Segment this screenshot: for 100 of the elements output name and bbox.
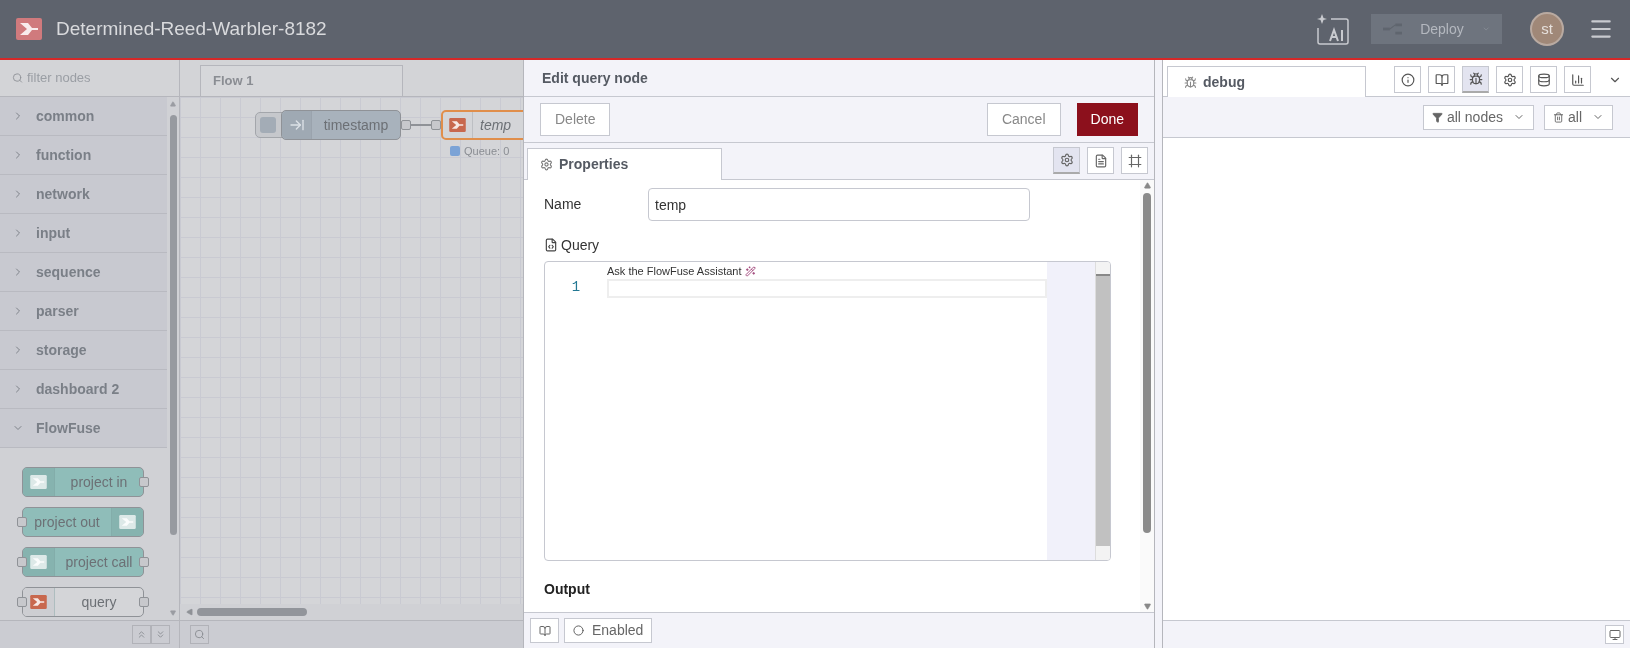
node-type-icon	[30, 475, 47, 489]
chevrons-down-icon	[155, 629, 166, 640]
bar-chart-icon	[1570, 72, 1585, 87]
input-port[interactable]	[17, 557, 27, 567]
palette-node[interactable]: query	[22, 587, 144, 617]
expand-all-button[interactable]	[151, 625, 170, 644]
book-icon	[538, 624, 551, 637]
ai-sparkle-icon[interactable]	[1316, 12, 1350, 46]
scrollbar-thumb[interactable]	[1143, 193, 1151, 533]
category-label: network	[36, 184, 90, 204]
category-label: input	[36, 223, 71, 243]
database-icon	[1536, 72, 1551, 87]
scrollbar-thumb[interactable]	[197, 608, 307, 616]
palette-node[interactable]: project in	[22, 467, 144, 497]
scroll-down-icon[interactable]	[1142, 603, 1152, 610]
filter-field[interactable]: filter nodes	[0, 60, 179, 97]
search-icon	[12, 72, 23, 84]
input-port[interactable]	[17, 517, 27, 527]
bug-icon	[1184, 75, 1197, 89]
debug-tab[interactable]: debug	[1167, 66, 1366, 97]
help-button[interactable]	[530, 618, 559, 643]
info-icon	[1400, 72, 1415, 87]
sidebar-icon-tab[interactable]	[1564, 66, 1591, 93]
flow-node[interactable]: timestamp	[281, 110, 401, 140]
trash-icon	[1553, 111, 1564, 123]
category-label: common	[36, 106, 95, 126]
search-icon	[194, 629, 205, 640]
icon-tab[interactable]	[1121, 147, 1148, 174]
node-type-icon	[30, 555, 47, 569]
collapse-all-button[interactable]	[132, 625, 151, 644]
delete-button[interactable]: Delete	[540, 103, 611, 136]
clear-dropdown[interactable]: all	[1544, 104, 1613, 130]
category-label: function	[36, 145, 92, 165]
node-status: Queue: 0	[464, 144, 510, 159]
flow-node[interactable]: temp	[441, 110, 523, 140]
book-icon	[1434, 72, 1449, 87]
scroll-down-icon[interactable]	[169, 610, 177, 616]
category-label: FlowFuse	[36, 418, 101, 438]
category-label: storage	[36, 340, 87, 360]
node-type-icon	[30, 595, 47, 609]
category-label: parser	[36, 301, 79, 321]
document-icon	[1093, 153, 1108, 168]
input-port[interactable]	[17, 597, 27, 607]
scroll-up-icon[interactable]	[169, 101, 177, 107]
popout-button[interactable]	[1605, 625, 1624, 644]
scroll-left-icon[interactable]	[185, 608, 194, 616]
node-label: project in	[69, 472, 129, 492]
section-heading: Output	[544, 580, 591, 599]
icon-tab[interactable]	[1087, 147, 1114, 174]
line-number: 1	[571, 278, 581, 297]
done-button[interactable]: Done	[1076, 103, 1138, 136]
scroll-up-icon[interactable]	[1142, 182, 1152, 189]
name-field[interactable]: temp	[648, 188, 1030, 221]
filter-input[interactable]: filter nodes	[27, 68, 167, 88]
search-button[interactable]	[190, 625, 209, 644]
frame-icon	[1127, 153, 1142, 168]
circle-icon	[573, 625, 584, 636]
category-label: sequence	[36, 262, 101, 282]
assistant-hint[interactable]: Ask the FlowFuse Assistant	[607, 262, 742, 280]
arrow-icon	[288, 117, 305, 133]
scrollbar-thumb[interactable]	[1096, 276, 1110, 546]
palette-node[interactable]: project call	[22, 547, 144, 577]
flow-canvas[interactable]: timestamp temp Queue: 0	[180, 97, 523, 604]
properties-tab[interactable]: Properties	[527, 148, 722, 180]
gear-icon	[540, 158, 553, 171]
node-type-icon	[449, 118, 466, 132]
filter-dropdown[interactable]: all nodes	[1422, 104, 1534, 130]
wire[interactable]	[411, 124, 431, 126]
app-title: Determined-Reed-Warbler-8182	[56, 16, 327, 41]
sidebar-icon-tab[interactable]	[1530, 66, 1557, 93]
flow-tab[interactable]: Flow 1	[200, 65, 403, 96]
sidebar-icon-tab[interactable]	[1462, 66, 1489, 93]
code-editor[interactable]: 1 Ask the FlowFuse Assistant	[544, 261, 1111, 561]
category-label: dashboard 2	[36, 379, 120, 399]
sidebar-icon-tab[interactable]	[1496, 66, 1523, 93]
output-port[interactable]	[401, 120, 411, 130]
logo-icon	[16, 18, 42, 40]
icon-tab[interactable]	[1053, 147, 1080, 174]
gear-icon	[1059, 153, 1074, 167]
tray-title: Edit query node	[542, 68, 648, 88]
filter-icon	[1431, 111, 1443, 123]
output-port[interactable]	[139, 597, 149, 607]
sidebar-icon-tab[interactable]	[1428, 66, 1455, 93]
output-port[interactable]	[139, 477, 149, 487]
node-label: project call	[64, 552, 134, 572]
deploy-button[interactable]: Deploy	[1371, 14, 1502, 44]
user-avatar[interactable]: st	[1530, 12, 1564, 46]
node-label: query	[80, 592, 118, 612]
output-port[interactable]	[139, 557, 149, 567]
palette-node[interactable]: project out	[22, 507, 144, 537]
bug-icon	[1468, 72, 1483, 86]
enabled-toggle[interactable]: Enabled	[564, 618, 653, 643]
gear-icon	[1502, 72, 1517, 87]
field-label: Query	[561, 235, 600, 255]
sidebar-icon-tab[interactable]	[1394, 66, 1421, 93]
field-label: Name	[544, 195, 583, 214]
code-file-icon	[544, 238, 558, 252]
chevrons-up-icon	[136, 629, 147, 640]
cancel-button[interactable]: Cancel	[986, 103, 1061, 136]
scrollbar-thumb[interactable]	[169, 115, 177, 535]
